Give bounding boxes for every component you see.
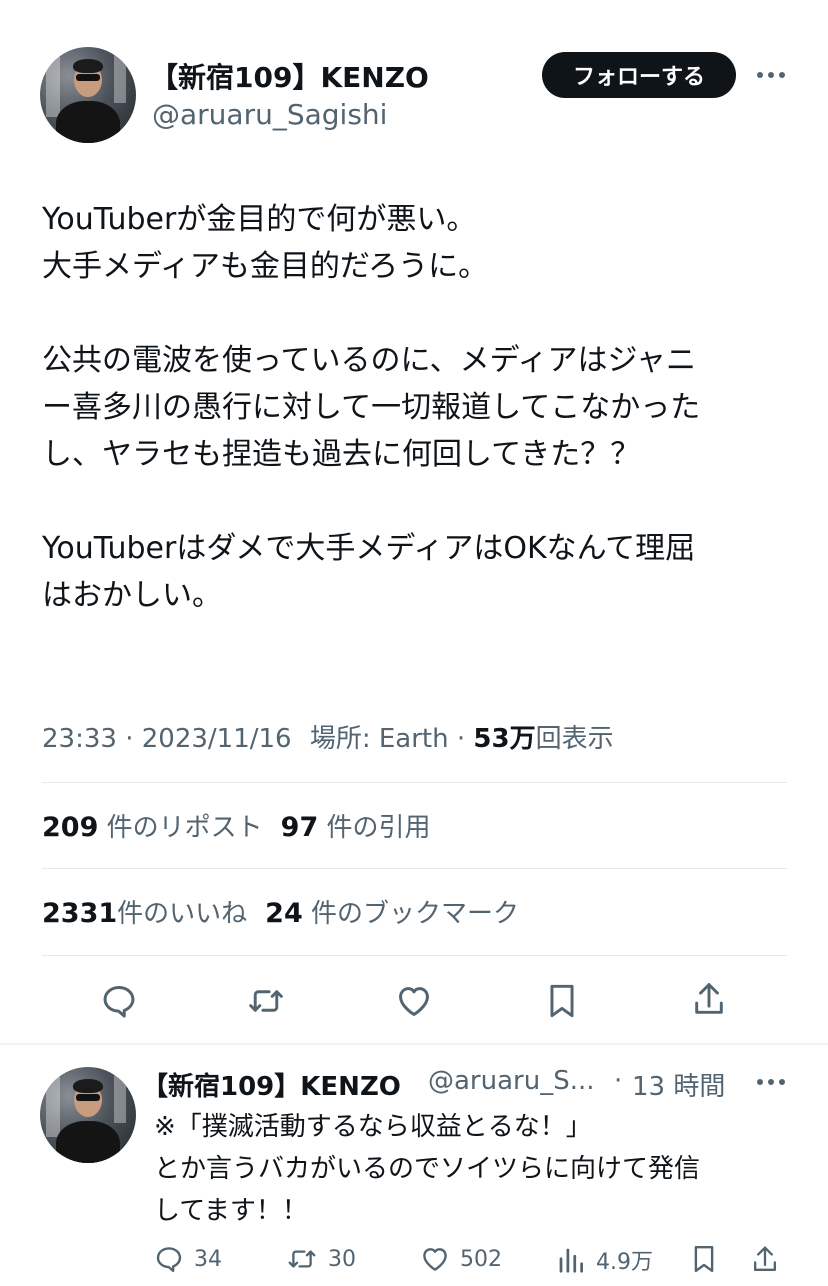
bookmark-icon[interactable] bbox=[545, 982, 579, 1020]
reply-views-count: 4.9万 bbox=[596, 1250, 653, 1275]
author-avatar[interactable] bbox=[40, 47, 136, 143]
avatar-glasses bbox=[76, 74, 100, 81]
bookmarks-label: 件のブックマーク bbox=[311, 899, 520, 929]
more-icon-dot bbox=[757, 72, 763, 78]
tweet-time[interactable]: 23:33 bbox=[42, 724, 117, 754]
bookmark-icon bbox=[694, 1245, 714, 1273]
more-icon-dot bbox=[779, 1079, 785, 1085]
reply-time[interactable]: 13 時間 bbox=[632, 1066, 725, 1103]
share-icon bbox=[753, 1246, 777, 1272]
avatar-body bbox=[56, 101, 120, 143]
reposts-label: 件のリポスト bbox=[106, 813, 263, 843]
reply-author-handle[interactable]: @aruaru_S... bbox=[428, 1066, 595, 1096]
section-divider bbox=[0, 1043, 828, 1045]
tweet-line: し、ヤラセも捏造も過去に何回してきた？？ bbox=[42, 437, 641, 472]
tweet-location: 場所: Earth bbox=[309, 724, 449, 754]
tweet-line: ー喜多川の愚行に対して一切報道してこなかった bbox=[42, 390, 701, 425]
more-icon-dot bbox=[768, 72, 774, 78]
reply-reply-action[interactable]: 34 bbox=[154, 1244, 222, 1274]
quotes-stat[interactable]: 97 件の引用 bbox=[280, 812, 431, 843]
reply-author-avatar[interactable] bbox=[40, 1067, 136, 1163]
avatar-background-light bbox=[46, 57, 60, 117]
reply-like-action[interactable]: 502 bbox=[420, 1244, 502, 1274]
tweet-meta: 23:33 · 2023/11/16 場所: Earth · 53万回表示 bbox=[42, 718, 614, 755]
more-icon-dot bbox=[768, 1079, 774, 1085]
reply-share-action[interactable] bbox=[750, 1244, 780, 1276]
avatar-background-light bbox=[114, 1073, 126, 1123]
reply-views-action[interactable]: 4.9万 bbox=[556, 1244, 653, 1276]
reply-line: ※「撲滅活動するなら収益とるな！」 bbox=[154, 1112, 592, 1142]
reply-likes-count: 502 bbox=[460, 1246, 502, 1272]
quotes-count: 97 bbox=[280, 812, 319, 843]
tweet-line: YouTuberが金目的で何が悪い。 bbox=[42, 202, 477, 237]
more-icon-dot bbox=[757, 1079, 763, 1085]
reply-icon[interactable] bbox=[100, 982, 138, 1020]
author-name[interactable]: 【新宿109】KENZO bbox=[150, 56, 429, 96]
reply-text: ※「撲滅活動するなら収益とるな！」 とか言うバカがいるのでソイツらに向けて発信 … bbox=[154, 1106, 700, 1232]
reply-time-separator: · bbox=[614, 1066, 623, 1096]
reply-line: してます！！ bbox=[154, 1196, 308, 1226]
divider bbox=[42, 782, 787, 783]
retweet-icon bbox=[288, 1250, 316, 1268]
more-icon[interactable] bbox=[757, 72, 785, 78]
tweet-line: 大手メディアも金目的だろうに。 bbox=[42, 249, 489, 284]
main-tweet: 【新宿109】KENZO @aruaru_Sagishi フォローする YouT… bbox=[0, 0, 828, 1044]
reply-retweet-action[interactable]: 30 bbox=[286, 1244, 356, 1274]
reply-icon bbox=[156, 1247, 182, 1273]
tweet-line: YouTuberはダメで大手メディアはOKなんて理屈 bbox=[42, 531, 696, 566]
tweet-text: YouTuberが金目的で何が悪い。 大手メディアも金目的だろうに。 公共の電波… bbox=[42, 196, 792, 619]
divider bbox=[42, 868, 787, 869]
follow-button[interactable]: フォローする bbox=[542, 52, 736, 98]
tweet-date[interactable]: 2023/11/16 bbox=[142, 724, 292, 754]
stats-row-reposts: 209 件のリポスト 97 件の引用 bbox=[42, 807, 431, 844]
tweet-line: はおかしい。 bbox=[42, 578, 222, 613]
reply-bookmark-action[interactable] bbox=[690, 1244, 718, 1274]
heart-icon bbox=[423, 1248, 447, 1271]
likes-label: 件のいいね bbox=[117, 899, 248, 929]
reply-author-name[interactable]: 【新宿109】KENZO bbox=[142, 1066, 401, 1103]
more-icon-dot bbox=[779, 72, 785, 78]
reply-replies-count: 34 bbox=[194, 1246, 222, 1272]
avatar-background-light bbox=[46, 1077, 60, 1137]
tweet-line: 公共の電波を使っているのに、メディアはジャニ bbox=[42, 343, 696, 378]
meta-separator: · bbox=[456, 724, 474, 754]
author-handle[interactable]: @aruaru_Sagishi bbox=[152, 98, 387, 131]
avatar-hair bbox=[73, 1079, 103, 1093]
reposts-stat[interactable]: 209 件のリポスト bbox=[42, 812, 263, 843]
tweet-line-gap bbox=[42, 478, 792, 525]
likes-stat[interactable]: 2331件のいいね bbox=[42, 898, 248, 929]
views-count: 53万 bbox=[473, 724, 536, 754]
avatar-hair bbox=[73, 59, 103, 73]
quotes-label: 件の引用 bbox=[326, 813, 431, 843]
avatar-background-light bbox=[114, 53, 126, 103]
share-icon[interactable] bbox=[690, 980, 728, 1020]
bookmarks-stat[interactable]: 24 件のブックマーク bbox=[265, 898, 520, 929]
reply-retweets-count: 30 bbox=[328, 1246, 356, 1272]
likes-count: 2331 bbox=[42, 898, 118, 929]
meta-separator: · bbox=[125, 724, 142, 754]
retweet-icon[interactable] bbox=[246, 982, 286, 1020]
heart-icon[interactable] bbox=[395, 982, 433, 1020]
bookmarks-count: 24 bbox=[265, 898, 303, 929]
tweet-line-gap bbox=[42, 290, 792, 337]
views-icon bbox=[559, 1248, 583, 1273]
stats-row-likes: 2331件のいいね 24 件のブックマーク bbox=[42, 893, 519, 930]
avatar-glasses bbox=[76, 1094, 100, 1101]
reply-more-icon[interactable] bbox=[757, 1079, 785, 1085]
divider bbox=[42, 955, 787, 956]
avatar-body bbox=[56, 1121, 120, 1163]
reply-line: とか言うバカがいるのでソイツらに向けて発信 bbox=[154, 1154, 701, 1184]
views-label: 回表示 bbox=[535, 724, 614, 754]
reposts-count: 209 bbox=[42, 812, 99, 843]
